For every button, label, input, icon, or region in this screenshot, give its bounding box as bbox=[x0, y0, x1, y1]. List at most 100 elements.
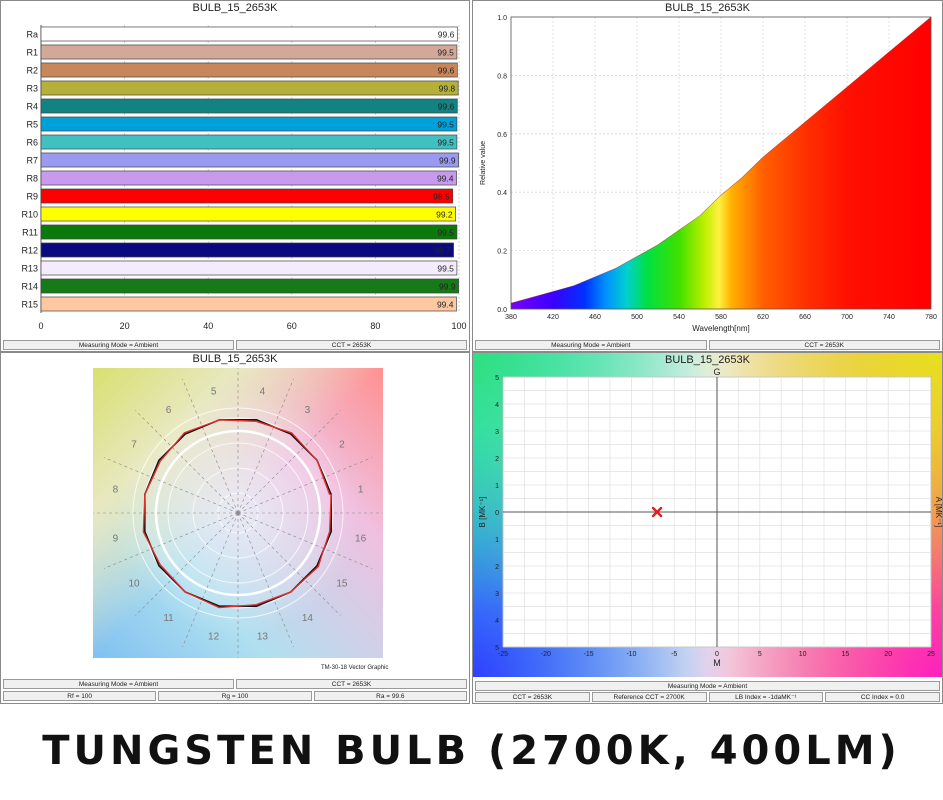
duv-y-tick-label: 2 bbox=[495, 564, 499, 571]
cri-bar-chart: 0 20 40 60 80 100 Ra 99.6 R1 99.5 R2 99.6 R3 99.8 R4 99… bbox=[21, 25, 467, 331]
cct-status: CCT = 2653K bbox=[475, 692, 590, 702]
tm30-graphic-label: TM-30-18 Vector Graphic bbox=[321, 665, 389, 671]
cri-value-label: 98.5 bbox=[433, 192, 450, 202]
tm30-spoke bbox=[237, 410, 341, 514]
tm30-panel: BULB_15_2653K 1 2 3 4 5 6 7 8 9 10 11 12 13 14 15 16 TM… bbox=[0, 352, 470, 704]
duv-x-tick-label: 20 bbox=[884, 651, 892, 658]
spectrum-y-axis-label: Relative value bbox=[480, 141, 487, 185]
cri-x-tick-label: 0 bbox=[38, 321, 43, 331]
cri-bar-r13 bbox=[40, 260, 458, 276]
tm30-spoke bbox=[237, 512, 341, 616]
cri-value-label: 99.4 bbox=[437, 174, 454, 184]
cri-category-label: R4 bbox=[26, 102, 38, 112]
cri-value-label: 99.5 bbox=[437, 138, 454, 148]
spectrum-x-tick-label: 460 bbox=[589, 314, 601, 321]
duv-statusbar-2: CCT = 2653K Reference CCT = 2700K LB Ind… bbox=[475, 692, 940, 702]
spectrum-x-tick-label: 380 bbox=[505, 314, 517, 321]
spectrum-x-tick-label: 780 bbox=[925, 314, 937, 321]
tm30-hue-bin-label: 11 bbox=[163, 613, 174, 624]
tm30-statusbar-2: Rf = 100 Rg = 100 Ra = 99.6 bbox=[3, 691, 467, 701]
tm30-hue-bin-label: 15 bbox=[336, 578, 348, 589]
tm30-vector-graphic: 123456789101112 13141516 bbox=[93, 368, 383, 658]
rg-status: Rg = 100 bbox=[158, 691, 312, 701]
cri-value-label: 99.4 bbox=[437, 300, 454, 310]
spectrum-x-tick-label: 660 bbox=[799, 314, 811, 321]
cri-bar-ra bbox=[40, 26, 458, 42]
spectrum-chart: 0.0 0.2 0.4 0.6 0.8 1.0 380 420 460 500 540 580 620 6… bbox=[480, 15, 937, 333]
tm30-hue-bin-label: 5 bbox=[211, 386, 217, 397]
cri-bar-r3 bbox=[40, 80, 459, 96]
duv-x-tick-label: -5 bbox=[671, 651, 677, 658]
spectrum-x-tick-label: 700 bbox=[841, 314, 853, 321]
duv-y-tick-label: 4 bbox=[495, 402, 499, 409]
tm30-hue-bin-label: 10 bbox=[129, 578, 141, 589]
tm30-hue-bin-label: 9 bbox=[113, 533, 119, 544]
cc-index-status: CC Index = 0.0 bbox=[825, 692, 940, 702]
spectrum-y-tick-label: 1.0 bbox=[497, 15, 507, 22]
cri-panel: BULB_15_2653K 0 20 40 60 80 100 Ra 99.6 R1 99.5 R2… bbox=[0, 0, 470, 352]
duv-top-label: G bbox=[713, 367, 720, 377]
tm30-spoke bbox=[135, 410, 239, 514]
duv-y-tick-label: 3 bbox=[495, 591, 499, 598]
cri-bar-r4 bbox=[40, 98, 458, 114]
cri-bar-r8 bbox=[40, 170, 457, 186]
duv-y-tick-label: 1 bbox=[495, 537, 499, 544]
tm30-hue-bin-label: 13 bbox=[257, 632, 269, 643]
cri-bar-r1 bbox=[40, 44, 458, 60]
duv-right-label: A [MK⁻¹] bbox=[934, 497, 942, 527]
tm30-hue-bin-label: 14 bbox=[302, 613, 314, 624]
page-caption: TUNGSTEN BULB (2700K, 400LM) bbox=[42, 728, 901, 774]
duv-y-tick-label: 0 bbox=[495, 510, 499, 517]
cri-value-label: 99.6 bbox=[438, 66, 455, 76]
spectrum-x-tick-label: 420 bbox=[547, 314, 559, 321]
cri-panel-title: BULB_15_2653K bbox=[192, 2, 278, 14]
measuring-mode-status: Measuring Mode = Ambient bbox=[3, 679, 234, 689]
cct-status: CCT = 2653K bbox=[236, 340, 467, 350]
duv-y-tick-label: 5 bbox=[495, 645, 499, 652]
tm30-hue-bin-label: 16 bbox=[355, 533, 367, 544]
spectrum-y-tick-label: 0.4 bbox=[497, 190, 507, 197]
cri-bar-r15 bbox=[40, 296, 457, 312]
duv-chart: -25 -20 -15 -10 -5 0 5 10 15 20 2554321012345GMB [… bbox=[478, 367, 942, 668]
spectrum-x-tick-label: 500 bbox=[631, 314, 643, 321]
duv-y-tick-label: 5 bbox=[495, 375, 499, 382]
duv-x-tick-label: -25 bbox=[498, 651, 508, 658]
cri-value-label: 99.6 bbox=[438, 102, 455, 112]
tm30-hue-bin-label: 3 bbox=[305, 405, 311, 416]
duv-x-tick-label: -20 bbox=[541, 651, 551, 658]
tm30-spoke bbox=[135, 512, 239, 616]
spectrum-x-tick-label: 620 bbox=[757, 314, 769, 321]
cri-category-label: R13 bbox=[21, 264, 38, 274]
cri-bar-r5 bbox=[40, 116, 458, 132]
cri-category-label: R14 bbox=[21, 282, 38, 292]
cri-category-label: R5 bbox=[26, 120, 38, 130]
cri-bar-r9 bbox=[40, 188, 454, 204]
cri-category-label: R3 bbox=[26, 84, 38, 94]
cri-value-label: 99.6 bbox=[438, 30, 455, 40]
cri-value-label: 99.9 bbox=[439, 282, 456, 292]
spectrum-x-tick-label: 580 bbox=[715, 314, 727, 321]
cri-category-label: R12 bbox=[21, 246, 38, 256]
measuring-mode-status: Measuring Mode = Ambient bbox=[475, 340, 707, 350]
tm30-hue-bin-label: 4 bbox=[260, 386, 266, 397]
cri-bar-r11 bbox=[40, 224, 458, 240]
spectrum-y-tick-label: 0.2 bbox=[497, 249, 507, 256]
measuring-mode-status: Measuring Mode = Ambient bbox=[475, 681, 940, 691]
cri-statusbar: Measuring Mode = Ambient CCT = 2653K bbox=[3, 340, 467, 350]
spectrum-y-tick-label: 0.8 bbox=[497, 73, 507, 80]
tm30-hue-bin-label: 2 bbox=[339, 440, 345, 451]
cri-bar-r14 bbox=[40, 278, 459, 294]
duv-x-tick-label: 5 bbox=[758, 651, 762, 658]
cri-value-label: 99.5 bbox=[437, 228, 454, 238]
spectrum-y-tick-label: 0.0 bbox=[497, 307, 507, 314]
cri-bar-r6 bbox=[40, 134, 458, 150]
cri-bar-r12 bbox=[40, 242, 454, 258]
spectrum-x-axis-label: Wavelength[nm] bbox=[692, 324, 750, 333]
duv-x-tick-label: 15 bbox=[842, 651, 850, 658]
cri-x-tick-label: 80 bbox=[370, 321, 380, 331]
lb-index-status: LB Index = -1daMK⁻¹ bbox=[708, 692, 824, 702]
cri-x-tick-label: 20 bbox=[120, 321, 130, 331]
cri-category-label: R8 bbox=[26, 174, 38, 184]
cri-x-tick-label: 60 bbox=[287, 321, 297, 331]
cri-category-label: R11 bbox=[22, 228, 38, 238]
